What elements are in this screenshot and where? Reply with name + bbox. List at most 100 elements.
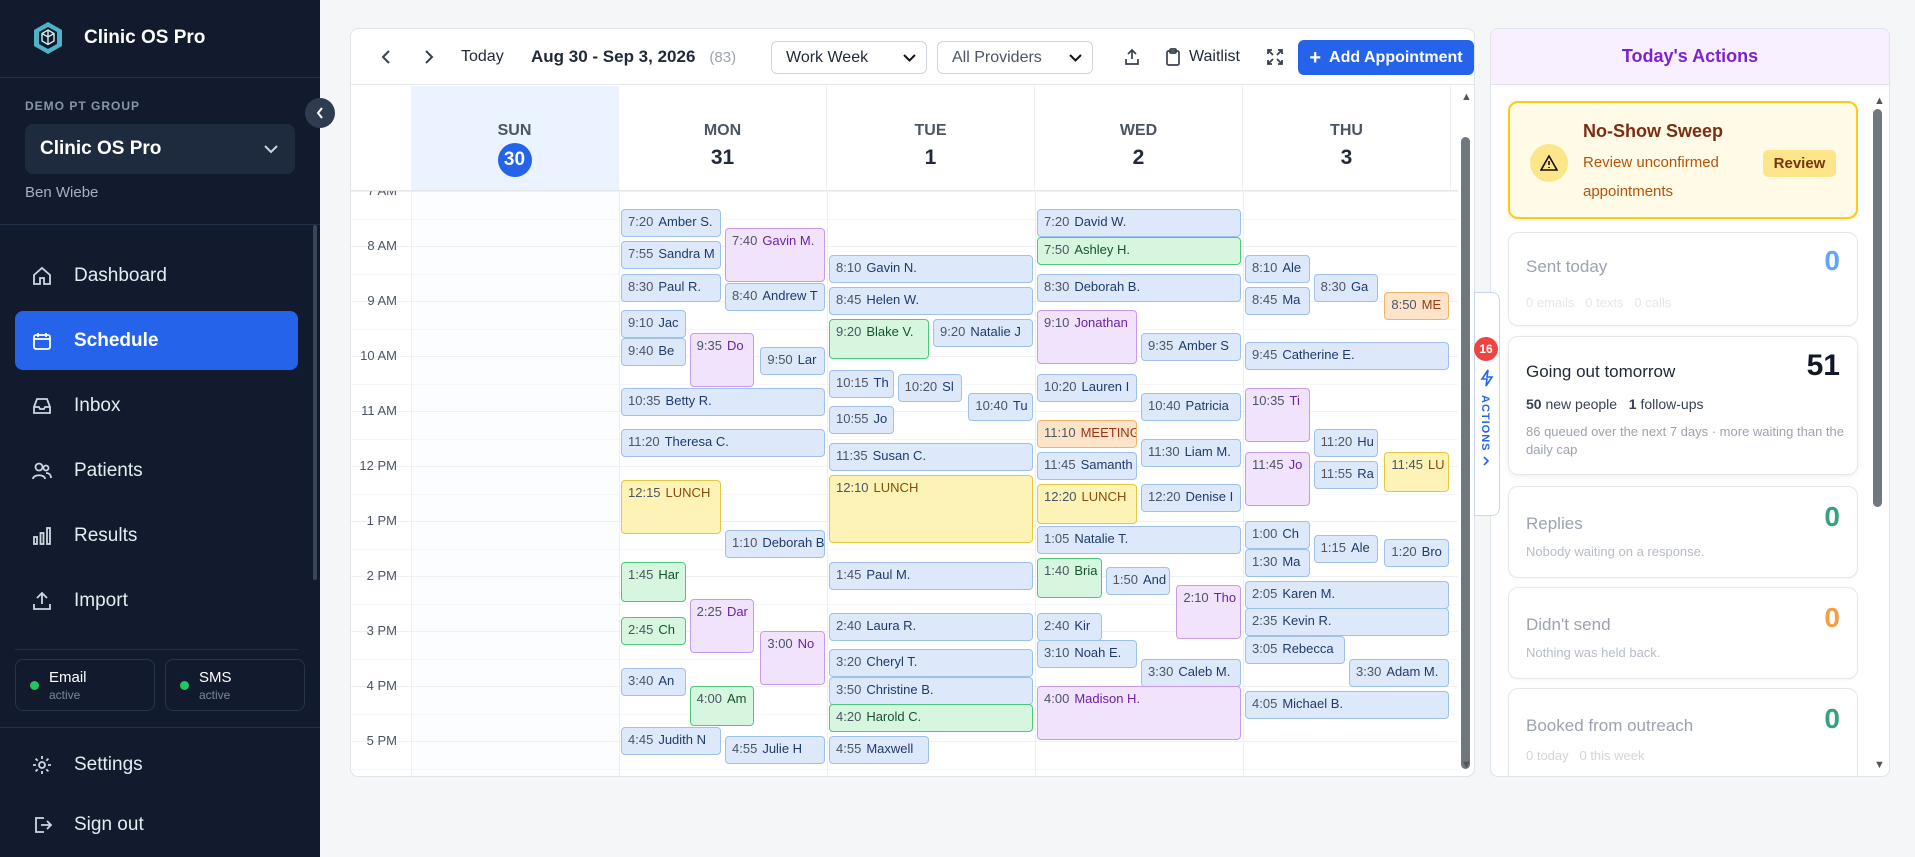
appointment-block[interactable]: 10:20 Sl — [897, 374, 963, 403]
appointment-block[interactable]: 1:05 Natalie T. — [1037, 525, 1241, 554]
appointment-block[interactable]: 3:40 An — [621, 667, 686, 696]
appointment-block[interactable]: 4:05 Michael B. — [1245, 690, 1449, 719]
appointment-block[interactable]: 7:50 Ashley H. — [1037, 236, 1241, 265]
appointment-block[interactable]: 9:10 Jonathan — [1037, 310, 1137, 365]
next-week-button[interactable] — [424, 29, 434, 85]
no-show-sweep-card[interactable]: No-Show Sweep Review unconfirmed appoint… — [1508, 101, 1858, 219]
appointment-block[interactable]: 9:50 Lar — [760, 346, 825, 375]
day-header-sun[interactable]: SUN 30 — [411, 86, 619, 190]
review-button[interactable]: Review — [1763, 150, 1836, 177]
scroll-up-arrow[interactable]: ▲ — [1461, 91, 1472, 103]
appointment-block[interactable]: 11:55 Ra — [1313, 461, 1379, 490]
appointment-block[interactable]: 1:20 Bro — [1384, 539, 1449, 568]
appointment-block[interactable]: 11:35 Susan C. — [829, 443, 1033, 472]
appointment-block[interactable]: 11:20 Hu — [1313, 429, 1379, 458]
appointment-block[interactable]: 2:35 Kevin R. — [1245, 608, 1449, 637]
appointment-block[interactable]: 1:10 Deborah B — [725, 530, 825, 559]
today-button[interactable]: Today — [461, 29, 504, 85]
sidebar-item-patients[interactable]: Patients — [15, 441, 298, 500]
prev-week-button[interactable] — [381, 29, 391, 85]
calendar-grid[interactable]: 6 AM7 AM8 AM9 AM10 AM11 AM12 PM1 PM2 PM3… — [351, 190, 1458, 776]
appointment-block[interactable]: 2:05 Karen M. — [1245, 580, 1449, 609]
appointment-block[interactable]: 4:00 Am — [689, 686, 755, 726]
appointment-block[interactable]: 9:35 Do — [689, 333, 755, 388]
scroll-down-arrow[interactable]: ▼ — [1461, 759, 1472, 771]
appointment-block[interactable]: 3:00 No — [760, 631, 825, 685]
appointment-block[interactable]: 2:40 Laura R. — [829, 612, 1033, 641]
appointment-block[interactable]: 12:20 LUNCH — [1037, 484, 1137, 525]
appointment-block[interactable]: 11:30 Liam M. — [1141, 438, 1241, 467]
appointment-block[interactable]: 4:45 Judith N — [621, 727, 721, 756]
appointment-block[interactable]: 11:45 LU — [1384, 452, 1449, 493]
appointment-block[interactable]: 8:30 Paul R. — [621, 273, 721, 302]
appointment-block[interactable]: 8:30 Ga — [1313, 273, 1379, 302]
appointment-block[interactable]: 11:20 Theresa C. — [621, 429, 825, 458]
panel-scroll-down[interactable]: ▼ — [1874, 759, 1885, 771]
appointment-block[interactable]: 10:35 Ti — [1245, 388, 1310, 443]
appointment-block[interactable]: 1:00 Ch — [1245, 521, 1310, 549]
fullscreen-button[interactable] — [1267, 29, 1283, 85]
appointment-block[interactable]: 1:45 Paul M. — [829, 562, 1033, 591]
appointment-block[interactable]: 10:40 Tu — [968, 392, 1033, 421]
appointment-block[interactable]: 2:40 Kir — [1037, 612, 1102, 641]
appointment-block[interactable]: 9:40 Be — [621, 337, 686, 366]
appointment-block[interactable]: 9:10 Jac — [621, 310, 686, 339]
appointment-block[interactable]: 8:10 Ale — [1245, 255, 1310, 284]
sidebar-item-schedule[interactable]: Schedule — [15, 311, 298, 370]
appointment-block[interactable]: 9:20 Blake V. — [829, 319, 929, 360]
appointment-block[interactable]: 4:20 Harold C. — [829, 704, 1033, 733]
appointment-block[interactable]: 2:10 Tho — [1176, 585, 1241, 640]
appointment-block[interactable]: 8:10 Gavin N. — [829, 255, 1033, 284]
appointment-block[interactable]: 7:55 Sandra M — [621, 241, 721, 270]
sidebar-item-sign-out[interactable]: Sign out — [15, 795, 298, 854]
appointment-block[interactable]: 4:55 Julie H — [725, 736, 825, 765]
appointment-block[interactable]: 12:20 Denise I — [1141, 484, 1241, 513]
appointment-block[interactable]: 1:45 Har — [621, 562, 686, 603]
appointment-block[interactable]: 10:40 Patricia — [1141, 392, 1241, 421]
org-select[interactable]: Clinic OS Pro — [25, 124, 295, 174]
sidebar-item-results[interactable]: Results — [15, 506, 298, 565]
appointment-block[interactable]: 8:30 Deborah B. — [1037, 273, 1241, 302]
appointment-block[interactable]: 4:00 Madison H. — [1037, 686, 1241, 740]
appointment-block[interactable]: 11:10 MEETING — [1037, 420, 1137, 449]
panel-scroll-up[interactable]: ▲ — [1874, 95, 1885, 107]
appointment-block[interactable]: 9:45 Catherine E. — [1245, 342, 1449, 371]
brand[interactable]: Clinic OS Pro — [30, 20, 205, 56]
view-select[interactable]: Work Week — [771, 41, 927, 74]
appointment-block[interactable]: 7:20 David W. — [1037, 209, 1241, 238]
day-header-thu[interactable]: THU 3 — [1243, 86, 1451, 190]
appointment-block[interactable]: 10:15 Th — [829, 369, 894, 398]
appointment-block[interactable]: 7:40 Gavin M. — [725, 227, 825, 282]
appointment-block[interactable]: 9:35 Amber S — [1141, 333, 1241, 362]
day-header-tue[interactable]: TUE 1 — [827, 86, 1035, 190]
appointment-block[interactable]: 1:40 Bria — [1037, 557, 1102, 598]
appointment-block[interactable]: 9:20 Natalie J — [933, 319, 1033, 348]
sidebar-item-inbox[interactable]: Inbox — [15, 376, 298, 435]
appointment-block[interactable]: 12:10 LUNCH — [829, 475, 1033, 544]
appointment-block[interactable]: 12:15 LUNCH — [621, 479, 721, 534]
sidebar-item-dashboard[interactable]: Dashboard — [15, 246, 298, 305]
appointment-block[interactable]: 11:45 Samanth — [1037, 452, 1137, 481]
appointment-block[interactable]: 2:45 Ch — [621, 617, 686, 646]
appointment-block[interactable]: 8:45 Ma — [1245, 287, 1310, 316]
day-header-wed[interactable]: WED 2 — [1035, 86, 1243, 190]
waitlist-button[interactable]: Waitlist — [1165, 29, 1240, 85]
day-header-mon[interactable]: MON 31 — [619, 86, 827, 190]
appointment-block[interactable]: 1:50 And — [1105, 566, 1171, 595]
provider-select[interactable]: All Providers — [937, 41, 1093, 74]
calendar-scroll-thumb[interactable] — [1461, 137, 1470, 769]
appointment-block[interactable]: 3:30 Adam M. — [1349, 658, 1449, 687]
appointment-block[interactable]: 11:45 Jo — [1245, 452, 1310, 507]
appointment-block[interactable]: 3:05 Rebecca — [1245, 635, 1345, 664]
sidebar-item-settings[interactable]: Settings — [15, 735, 298, 794]
appointment-block[interactable]: 3:10 Noah E. — [1037, 640, 1137, 669]
appointment-block[interactable]: 2:25 Dar — [689, 598, 755, 653]
appointment-block[interactable]: 10:20 Lauren I — [1037, 374, 1137, 403]
appointment-block[interactable]: 1:30 Ma — [1245, 548, 1310, 577]
appointment-block[interactable]: 3:20 Cheryl T. — [829, 649, 1033, 678]
add-appointment-button[interactable]: + Add Appointment — [1298, 40, 1474, 75]
appointment-block[interactable]: 8:45 Helen W. — [829, 287, 1033, 316]
appointment-block[interactable]: 7:20 Amber S. — [621, 209, 721, 238]
sidebar-scrollbar[interactable] — [313, 225, 317, 580]
appointment-block[interactable]: 3:30 Caleb M. — [1141, 658, 1241, 687]
